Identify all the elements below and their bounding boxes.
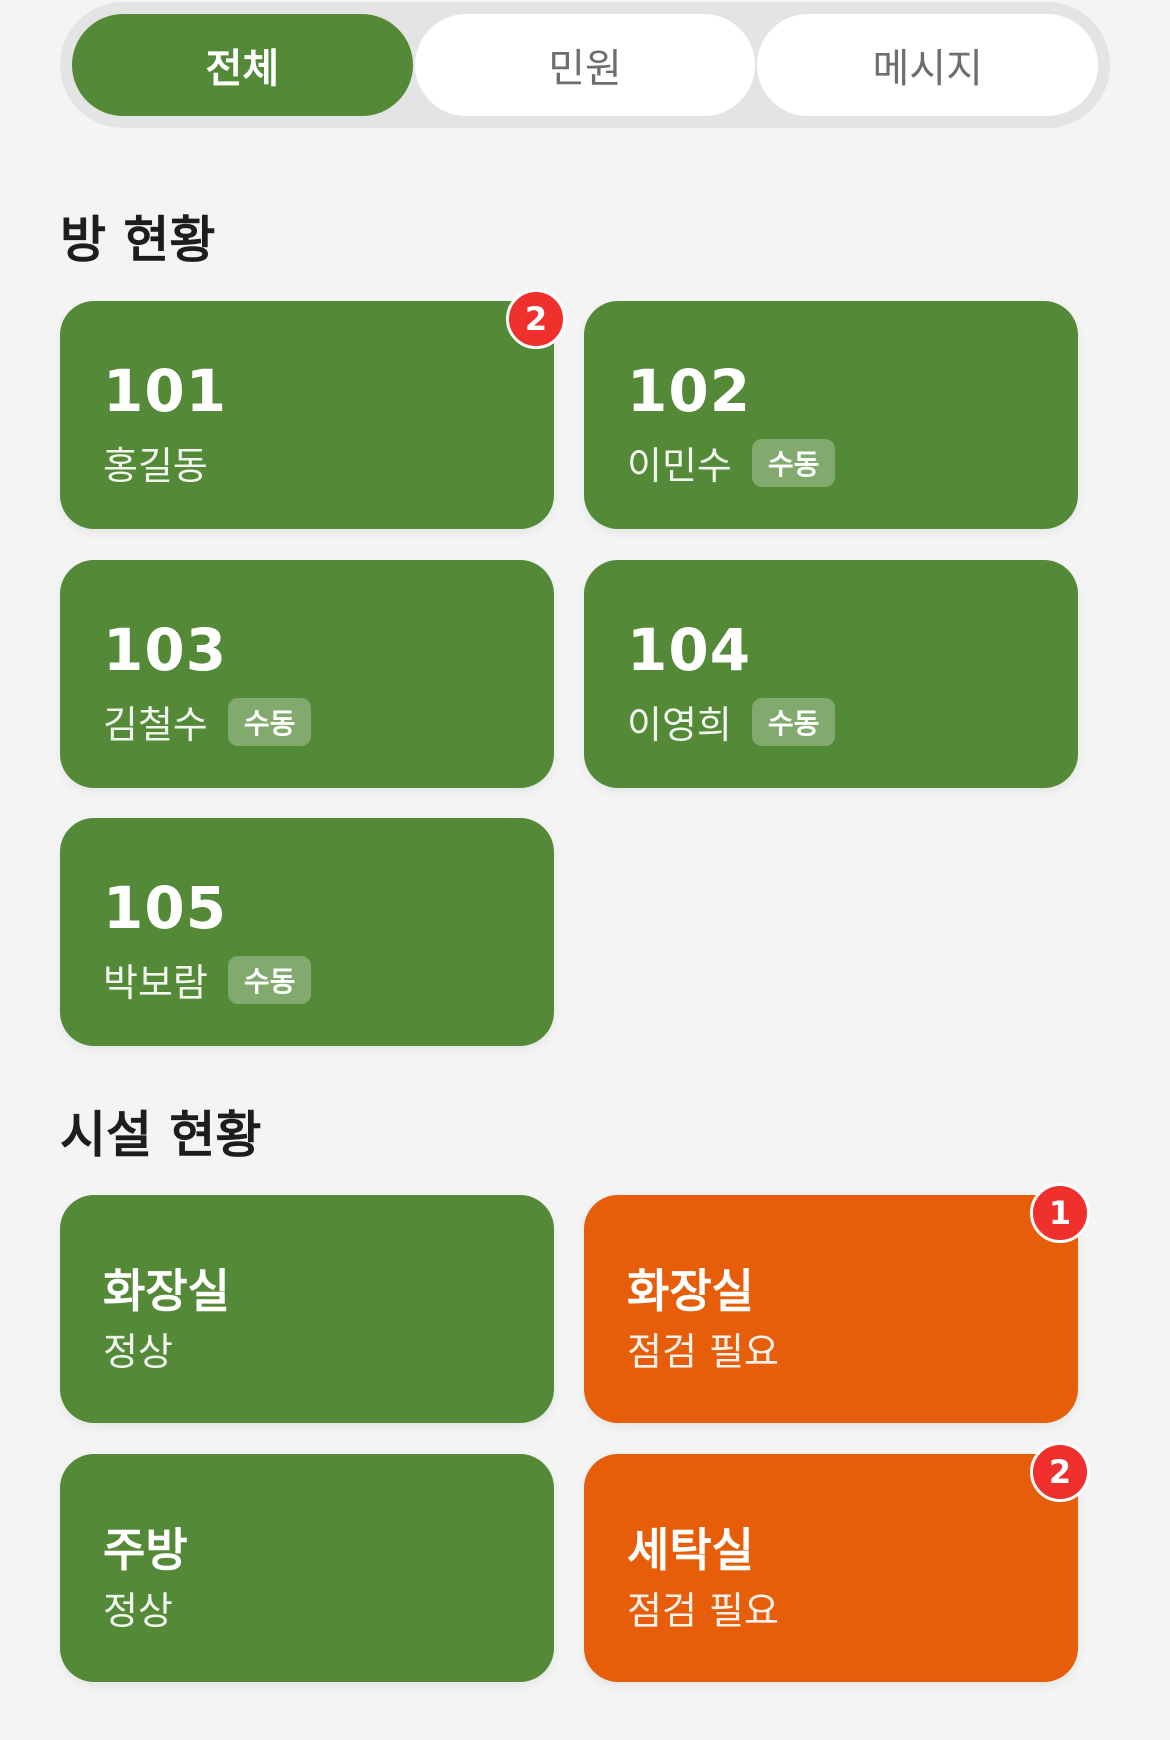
- facility-card-kitchen[interactable]: 주방 정상: [60, 1454, 554, 1682]
- room-resident-row: 박보람 수동: [103, 952, 312, 1007]
- facility-card-laundry[interactable]: 세탁실 점검 필요 2: [584, 1442, 1090, 1682]
- room-resident-row: 이영희 수동: [627, 694, 836, 749]
- facility-card-restroom-1[interactable]: 화장실 정상: [60, 1195, 554, 1423]
- facility-status: 점검 필요: [627, 1330, 779, 1374]
- notification-badge: 2: [1030, 1442, 1090, 1502]
- room-number: 104: [627, 616, 752, 684]
- dormitory-dashboard: 전체 민원 메시지 방 현황 101 홍길동 2 102 이민수 수동 103 …: [0, 0, 1170, 1740]
- facility-name: 주방: [103, 1523, 188, 1577]
- room-number: 101: [103, 357, 228, 425]
- resident-name: 이영희: [627, 703, 732, 747]
- room-number: 102: [627, 357, 752, 425]
- room-card-104[interactable]: 104 이영희 수동: [584, 560, 1078, 788]
- room-resident-row: 김철수 수동: [103, 694, 312, 749]
- room-card-102[interactable]: 102 이민수 수동: [584, 301, 1078, 529]
- resident-name: 이민수: [627, 444, 732, 488]
- facility-name: 화장실: [627, 1264, 754, 1318]
- notification-badge: 1: [1030, 1183, 1090, 1243]
- resident-name: 김철수: [103, 703, 208, 747]
- manual-tag: 수동: [751, 438, 836, 487]
- manual-tag: 수동: [751, 697, 836, 746]
- facilities-section-title: 시설 현황: [60, 1106, 262, 1164]
- room-number: 103: [103, 616, 228, 684]
- facility-name: 세탁실: [627, 1523, 754, 1577]
- resident-name: 박보람: [103, 961, 208, 1005]
- filter-tabs: 전체 민원 메시지: [60, 2, 1110, 128]
- room-card-105[interactable]: 105 박보람 수동: [60, 818, 554, 1046]
- manual-tag: 수동: [227, 955, 312, 1004]
- notification-badge: 2: [506, 289, 566, 349]
- facility-status: 점검 필요: [627, 1589, 779, 1633]
- room-number: 105: [103, 874, 228, 942]
- room-card-101[interactable]: 101 홍길동 2: [60, 289, 566, 529]
- facility-name: 화장실: [103, 1264, 230, 1318]
- facility-status: 정상: [103, 1330, 173, 1374]
- room-resident-row: 이민수 수동: [627, 435, 836, 490]
- tab-complaints[interactable]: 민원: [414, 14, 756, 116]
- tab-all[interactable]: 전체: [72, 14, 413, 116]
- facility-status: 정상: [103, 1589, 173, 1633]
- manual-tag: 수동: [227, 697, 312, 746]
- resident-name: 홍길동: [103, 444, 208, 488]
- room-resident-row: 홍길동: [103, 435, 208, 490]
- tab-messages[interactable]: 메시지: [757, 14, 1099, 116]
- rooms-section-title: 방 현황: [60, 211, 216, 269]
- facility-card-restroom-2[interactable]: 화장실 점검 필요 1: [584, 1183, 1090, 1423]
- room-card-103[interactable]: 103 김철수 수동: [60, 560, 554, 788]
